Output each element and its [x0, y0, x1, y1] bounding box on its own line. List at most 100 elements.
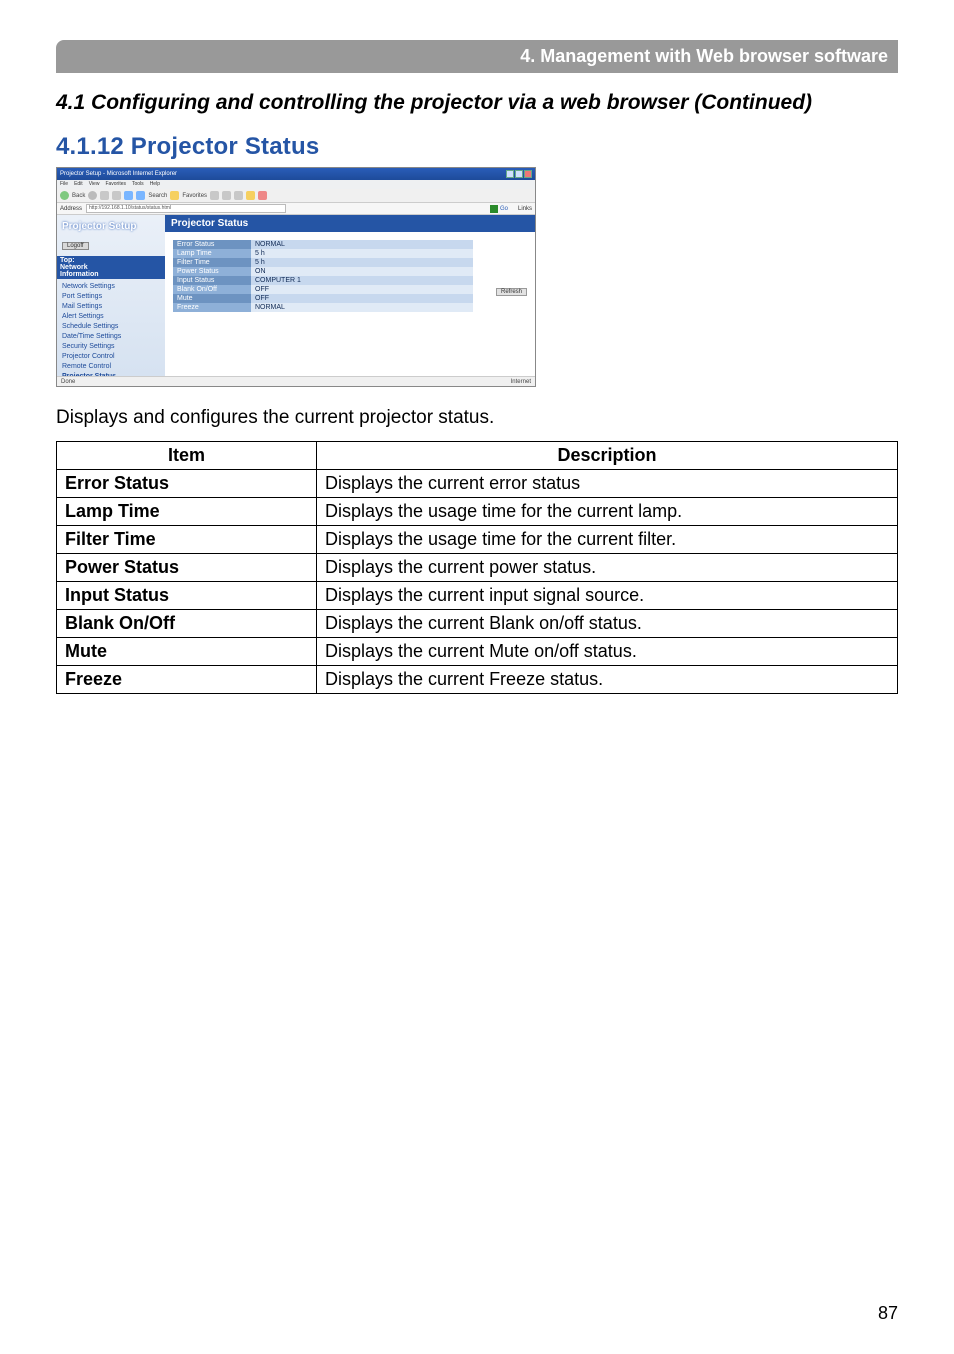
sidebar-group-information: Information — [60, 271, 162, 278]
item-cell: Error Status — [57, 470, 317, 498]
menu-tools[interactable]: Tools — [132, 181, 144, 188]
edit-icon[interactable] — [246, 191, 255, 200]
status-value: 5 h — [251, 249, 473, 258]
table-row: Lamp TimeDisplays the usage time for the… — [57, 498, 898, 526]
window-buttons — [506, 170, 532, 178]
sidebar-item[interactable]: Security Settings — [62, 343, 160, 350]
stop-icon[interactable] — [100, 191, 109, 200]
refresh-button[interactable]: Refresh — [496, 288, 527, 296]
status-table: Error StatusNORMALLamp Time5 hFilter Tim… — [173, 240, 473, 312]
sidebar-item[interactable]: Projector Control — [62, 353, 160, 360]
item-cell: Mute — [57, 638, 317, 666]
sidebar: Projector Setup Logoff Top: Network Info… — [57, 215, 165, 376]
item-cell: Filter Time — [57, 526, 317, 554]
status-bar: Done Internet — [57, 376, 535, 386]
home-icon[interactable] — [124, 191, 133, 200]
refresh-icon[interactable] — [112, 191, 121, 200]
status-row: Error StatusNORMAL — [173, 240, 473, 249]
sidebar-brand: Projector Setup — [62, 221, 160, 232]
close-icon[interactable] — [524, 170, 532, 178]
go-button[interactable]: Go — [490, 205, 508, 213]
status-value: OFF — [251, 285, 473, 294]
print-icon[interactable] — [234, 191, 243, 200]
back-label: Back — [72, 193, 85, 199]
forward-icon[interactable] — [88, 191, 97, 200]
sidebar-item[interactable]: Schedule Settings — [62, 323, 160, 330]
minimize-icon[interactable] — [506, 170, 514, 178]
sidebar-item[interactable]: Date/Time Settings — [62, 333, 160, 340]
search-icon[interactable] — [136, 191, 145, 200]
info-table: Item Description Error StatusDisplays th… — [56, 441, 898, 694]
sidebar-group-network: Network — [60, 264, 162, 271]
logoff-button[interactable]: Logoff — [62, 242, 89, 250]
status-row: Lamp Time5 h — [173, 249, 473, 258]
links-label[interactable]: Links — [518, 206, 532, 212]
favorites-label: Favorites — [182, 193, 207, 199]
sidebar-item[interactable]: Network Settings — [62, 283, 160, 290]
description-line: Displays and configures the current proj… — [56, 407, 898, 429]
menu-favorites[interactable]: Favorites — [105, 181, 126, 188]
sidebar-item[interactable]: Port Settings — [62, 293, 160, 300]
desc-cell: Displays the current Blank on/off status… — [317, 610, 898, 638]
table-row: MuteDisplays the current Mute on/off sta… — [57, 638, 898, 666]
menu-view[interactable]: View — [89, 181, 100, 188]
status-value: ON — [251, 267, 473, 276]
status-row: MuteOFF — [173, 294, 473, 303]
status-row: FreezeNORMAL — [173, 303, 473, 312]
section-banner: 4. Management with Web browser software — [56, 40, 898, 73]
status-key: Blank On/Off — [173, 285, 251, 294]
status-value: OFF — [251, 294, 473, 303]
table-row: Blank On/OffDisplays the current Blank o… — [57, 610, 898, 638]
status-value: NORMAL — [251, 303, 473, 312]
desc-cell: Displays the current Mute on/off status. — [317, 638, 898, 666]
status-row: Input StatusCOMPUTER 1 — [173, 276, 473, 285]
history-icon[interactable] — [210, 191, 219, 200]
main-title: Projector Status — [165, 215, 535, 232]
status-key: Input Status — [173, 276, 251, 285]
status-key: Freeze — [173, 303, 251, 312]
status-left: Done — [61, 379, 75, 385]
favorites-icon[interactable] — [170, 191, 179, 200]
window-titlebar: Projector Setup - Microsoft Internet Exp… — [57, 168, 535, 180]
status-value: 5 h — [251, 258, 473, 267]
window-title: Projector Setup - Microsoft Internet Exp… — [60, 171, 177, 177]
mail-icon[interactable] — [222, 191, 231, 200]
status-key: Lamp Time — [173, 249, 251, 258]
address-input[interactable]: http://192.168.1.10/status/status.html — [86, 204, 286, 213]
table-row: Power StatusDisplays the current power s… — [57, 554, 898, 582]
address-label: Address — [60, 206, 82, 212]
status-key: Error Status — [173, 240, 251, 249]
back-icon[interactable] — [60, 191, 69, 200]
subsection-heading: 4.1.12 Projector Status — [56, 133, 898, 161]
page-number: 87 — [878, 1303, 898, 1324]
sidebar-group: Top: Network Information — [57, 256, 165, 279]
desc-cell: Displays the usage time for the current … — [317, 526, 898, 554]
status-key: Power Status — [173, 267, 251, 276]
sidebar-item[interactable]: Mail Settings — [62, 303, 160, 310]
sidebar-item[interactable]: Remote Control — [62, 363, 160, 370]
status-row: Power StatusON — [173, 267, 473, 276]
table-row: FreezeDisplays the current Freeze status… — [57, 666, 898, 694]
menu-file[interactable]: File — [60, 181, 68, 188]
address-bar: Address http://192.168.1.10/status/statu… — [57, 203, 535, 215]
menu-help[interactable]: Help — [150, 181, 160, 188]
sidebar-group-top: Top: — [60, 257, 162, 264]
desc-cell: Displays the current input signal source… — [317, 582, 898, 610]
maximize-icon[interactable] — [515, 170, 523, 178]
th-desc: Description — [317, 442, 898, 470]
item-cell: Freeze — [57, 666, 317, 694]
item-cell: Lamp Time — [57, 498, 317, 526]
status-key: Filter Time — [173, 258, 251, 267]
table-row: Input StatusDisplays the current input s… — [57, 582, 898, 610]
status-right: Internet — [511, 379, 531, 385]
item-cell: Blank On/Off — [57, 610, 317, 638]
table-row: Error StatusDisplays the current error s… — [57, 470, 898, 498]
sidebar-item[interactable]: Alert Settings — [62, 313, 160, 320]
desc-cell: Displays the current power status. — [317, 554, 898, 582]
discuss-icon[interactable] — [258, 191, 267, 200]
item-cell: Power Status — [57, 554, 317, 582]
desc-cell: Displays the current error status — [317, 470, 898, 498]
th-item: Item — [57, 442, 317, 470]
status-row: Blank On/OffOFF — [173, 285, 473, 294]
menu-edit[interactable]: Edit — [74, 181, 83, 188]
